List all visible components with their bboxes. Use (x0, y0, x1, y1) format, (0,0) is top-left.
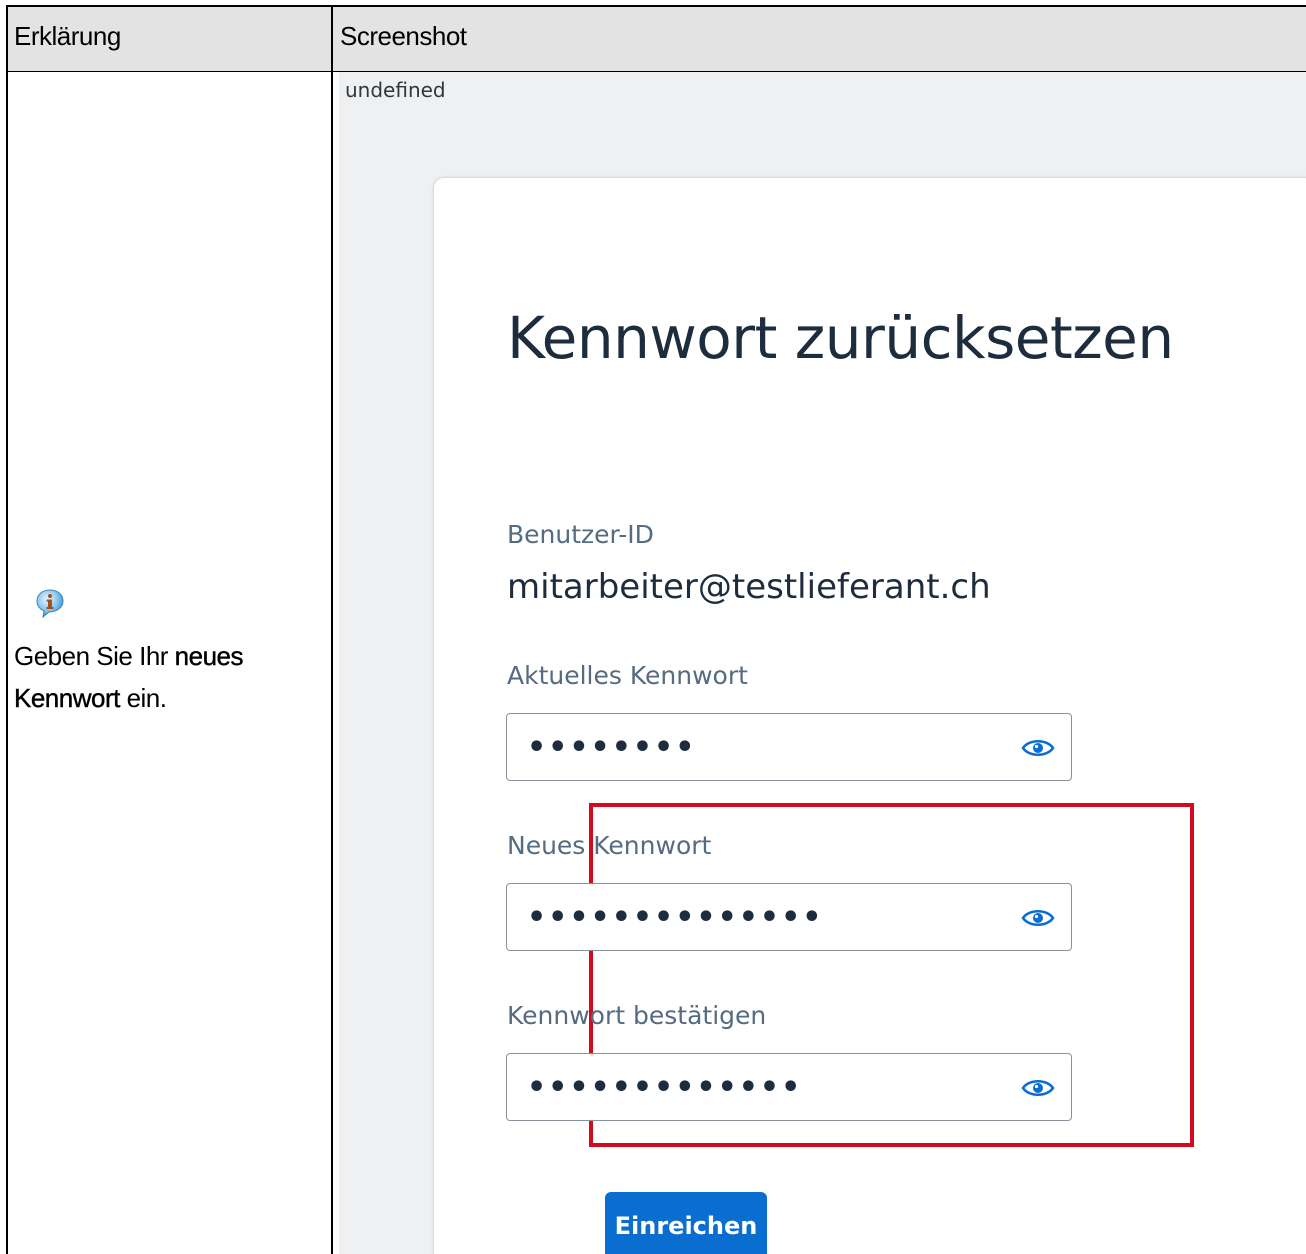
screenshot-caption: undefined (345, 78, 446, 102)
explanation-text: Geben Sie Ihr neues Kennwort ein. (14, 635, 314, 719)
table-left-border (6, 5, 8, 1254)
confirm-password-value: ••••••••••••• (527, 1070, 803, 1105)
user-id-value: mitarbeiter@testlieferant.ch (507, 567, 991, 607)
info-icon (36, 589, 64, 619)
page-title: Kennwort zurücksetzen (507, 304, 1174, 372)
current-password-field[interactable]: •••••••• (506, 713, 1072, 781)
confirm-password-label: Kennwort bestätigen (507, 1001, 767, 1030)
table-header-row: Erklärung Screenshot (6, 7, 1306, 72)
new-password-label: Neues Kennwort (507, 831, 712, 860)
header-screenshot: Screenshot (340, 21, 467, 51)
user-id-label: Benutzer-ID (507, 520, 654, 549)
current-password-value: •••••••• (527, 730, 697, 765)
submit-button[interactable]: Einreichen (605, 1192, 767, 1254)
eye-icon[interactable] (1021, 736, 1055, 760)
eye-icon[interactable] (1021, 1076, 1055, 1100)
documentation-table: Erklärung Screenshot Geben Sie Ihr neues… (6, 5, 1306, 1254)
table-column-divider (331, 5, 333, 1254)
header-explanation: Erklärung (14, 21, 121, 51)
new-password-value: •••••••••••••• (527, 900, 824, 935)
explanation-text-start: Geben Sie Ihr (14, 641, 175, 671)
embedded-screenshot: undefined Kennwort zurücksetzen Benutzer… (339, 72, 1306, 1254)
eye-icon[interactable] (1021, 906, 1055, 930)
explanation-text-end: ein. (119, 683, 167, 713)
new-password-field[interactable]: •••••••••••••• (506, 883, 1072, 951)
current-password-label: Aktuelles Kennwort (507, 661, 748, 690)
confirm-password-field[interactable]: ••••••••••••• (506, 1053, 1072, 1121)
